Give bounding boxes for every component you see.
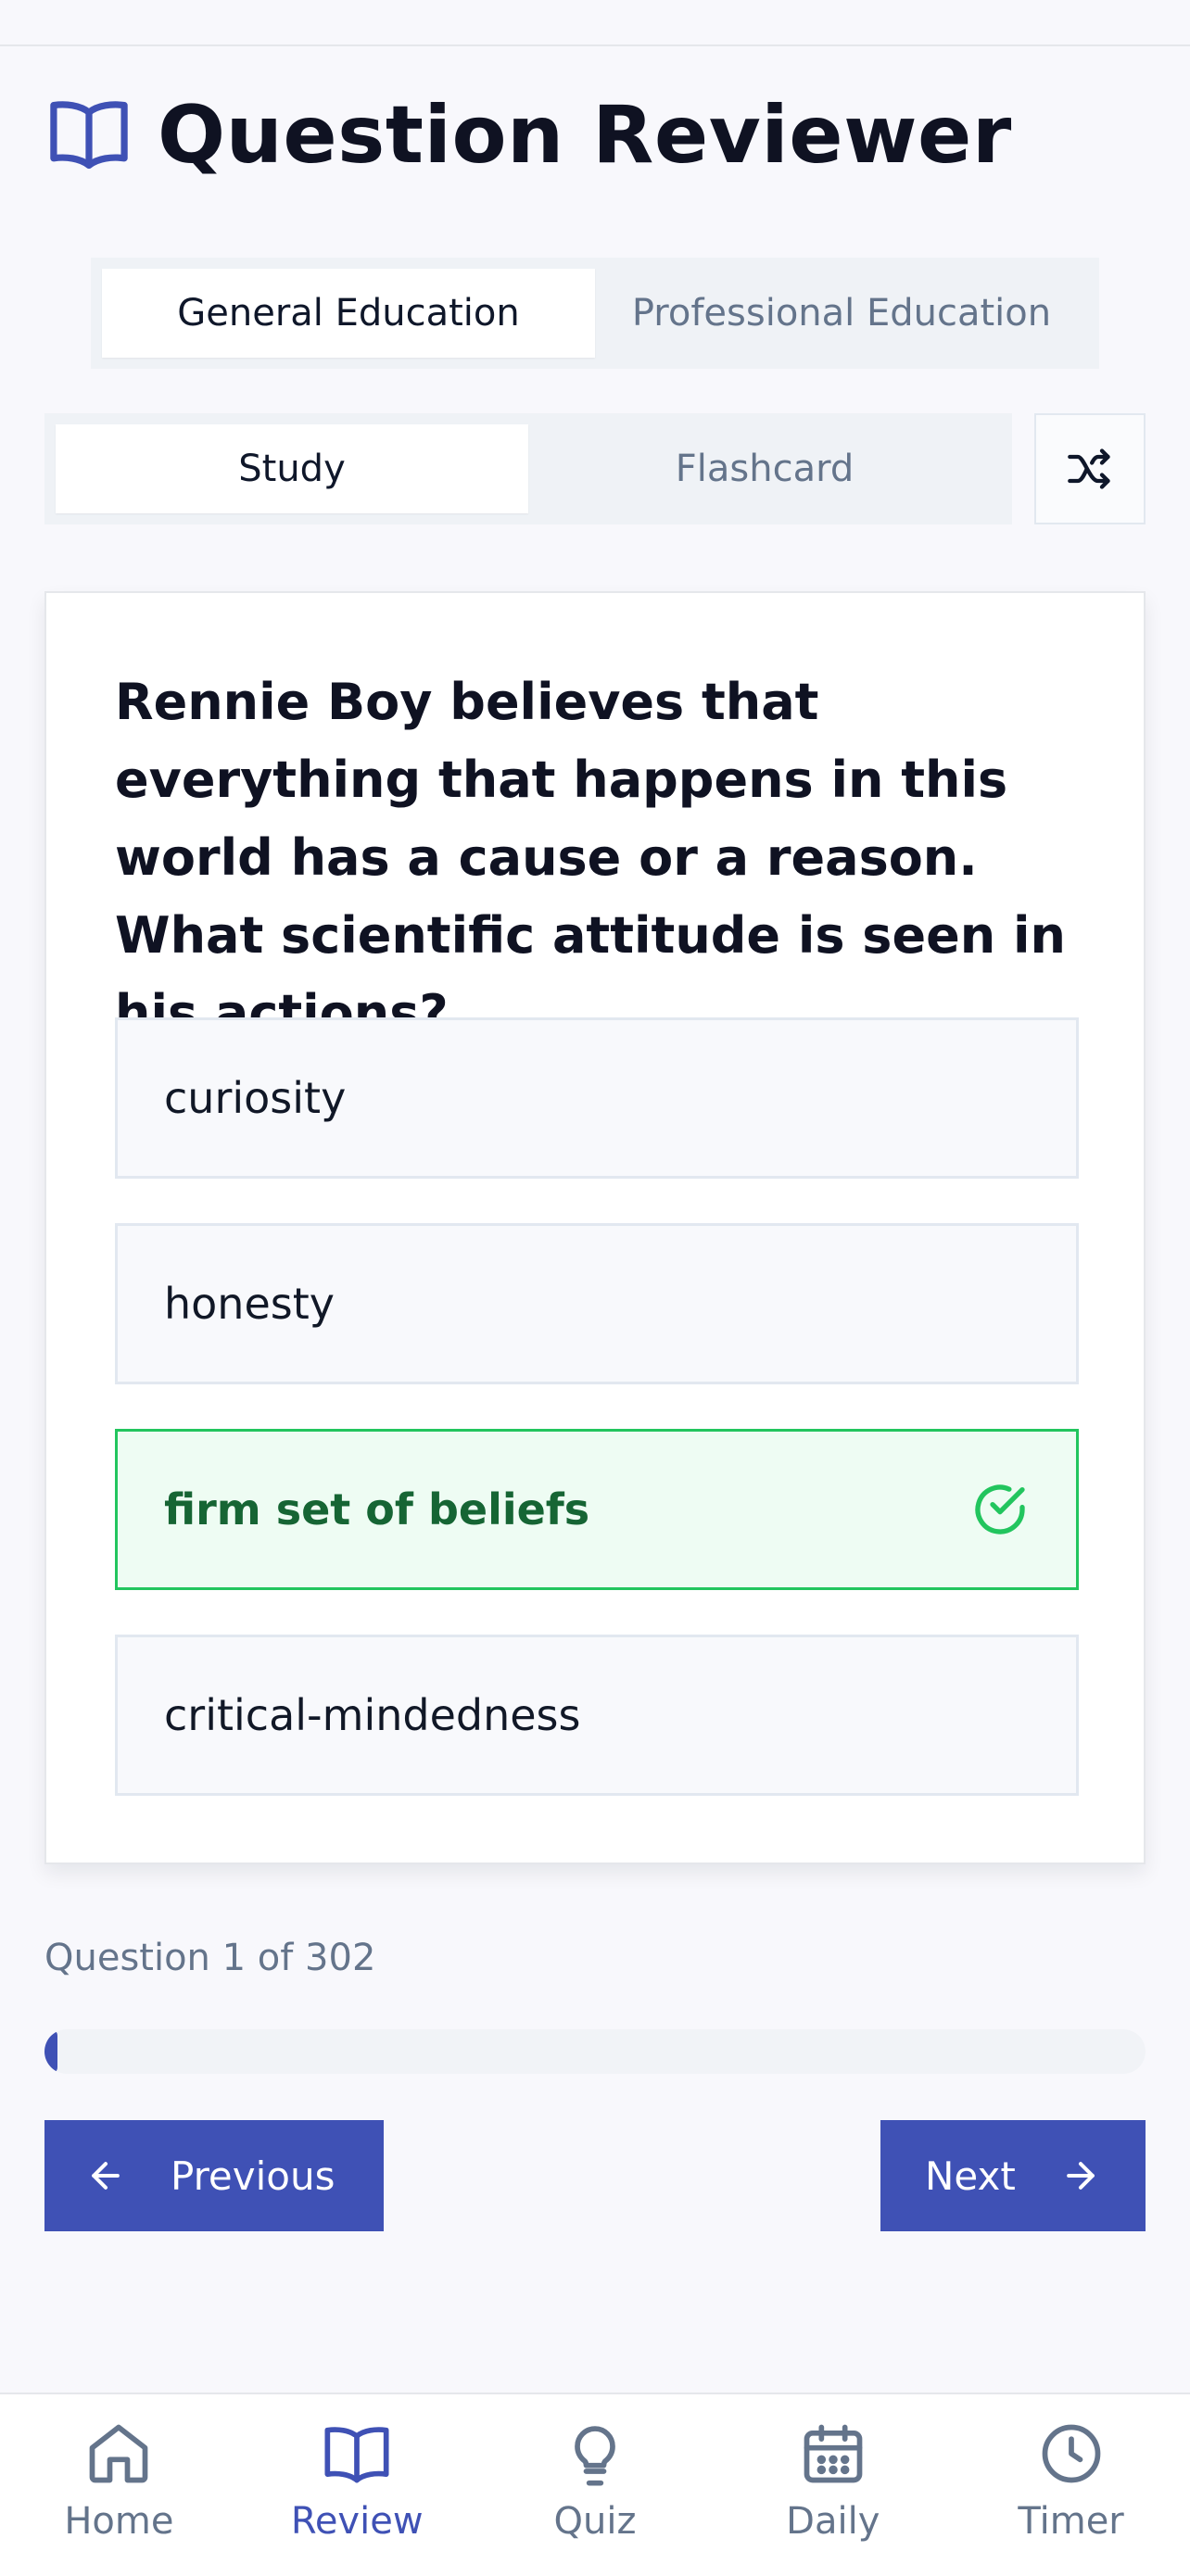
tab-professional-education[interactable]: Professional Education: [595, 269, 1088, 358]
option-honesty[interactable]: honesty: [115, 1223, 1079, 1384]
arrow-right-icon: [1066, 2162, 1095, 2190]
nav-label: Quiz: [553, 2500, 637, 2543]
top-divider: [0, 44, 1190, 46]
nav-label: Timer: [1018, 2500, 1124, 2543]
tab-study[interactable]: Study: [56, 424, 528, 513]
subject-segmented-control: General Education Professional Education: [91, 258, 1099, 369]
mode-segmented-control: Study Flashcard: [44, 413, 1012, 524]
previous-button[interactable]: Previous: [44, 2120, 384, 2231]
option-critical-mindedness[interactable]: critical-mindedness: [115, 1635, 1079, 1796]
clock-icon: [1042, 2424, 1100, 2483]
check-circle-icon: [975, 1484, 1025, 1534]
bottom-navigation: Home Review Quiz Daily Timer: [0, 2393, 1190, 2576]
app-header: Question Reviewer: [44, 89, 1012, 182]
home-icon: [90, 2424, 148, 2483]
progress-fill: [44, 2029, 58, 2074]
question-counter: Question 1 of 302: [44, 1937, 376, 1979]
next-button[interactable]: Next: [880, 2120, 1146, 2231]
shuffle-button[interactable]: [1034, 413, 1146, 524]
option-curiosity[interactable]: curiosity: [115, 1017, 1079, 1179]
question-card: Rennie Boy believes that everything that…: [44, 591, 1146, 1864]
option-label: critical-mindedness: [164, 1690, 581, 1740]
nav-label: Daily: [786, 2500, 880, 2543]
lightbulb-icon: [575, 2426, 615, 2486]
option-label: firm set of beliefs: [164, 1484, 590, 1534]
option-label: curiosity: [164, 1073, 347, 1123]
calendar-icon: [804, 2424, 863, 2483]
nav-item-quiz[interactable]: Quiz: [476, 2394, 715, 2576]
next-label: Next: [925, 2153, 1016, 2199]
nav-label: Review: [290, 2500, 424, 2543]
page-title: Question Reviewer: [158, 89, 1012, 182]
question-text: Rennie Boy believes that everything that…: [115, 673, 1066, 1042]
option-firm-set-of-beliefs[interactable]: firm set of beliefs: [115, 1429, 1079, 1590]
nav-item-review[interactable]: Review: [238, 2394, 476, 2576]
nav-item-timer[interactable]: Timer: [952, 2394, 1190, 2576]
tab-flashcard[interactable]: Flashcard: [528, 424, 1001, 513]
shuffle-icon: [1068, 448, 1110, 489]
option-label: honesty: [164, 1279, 335, 1329]
nav-item-daily[interactable]: Daily: [714, 2394, 952, 2576]
arrow-left-icon: [92, 2162, 120, 2190]
book-icon: [324, 2427, 389, 2483]
nav-item-home[interactable]: Home: [0, 2394, 238, 2576]
nav-label: Home: [64, 2500, 174, 2543]
previous-label: Previous: [171, 2153, 335, 2199]
progress-bar: [44, 2029, 1146, 2074]
book-open-icon: [44, 91, 133, 180]
tab-general-education[interactable]: General Education: [102, 269, 595, 358]
